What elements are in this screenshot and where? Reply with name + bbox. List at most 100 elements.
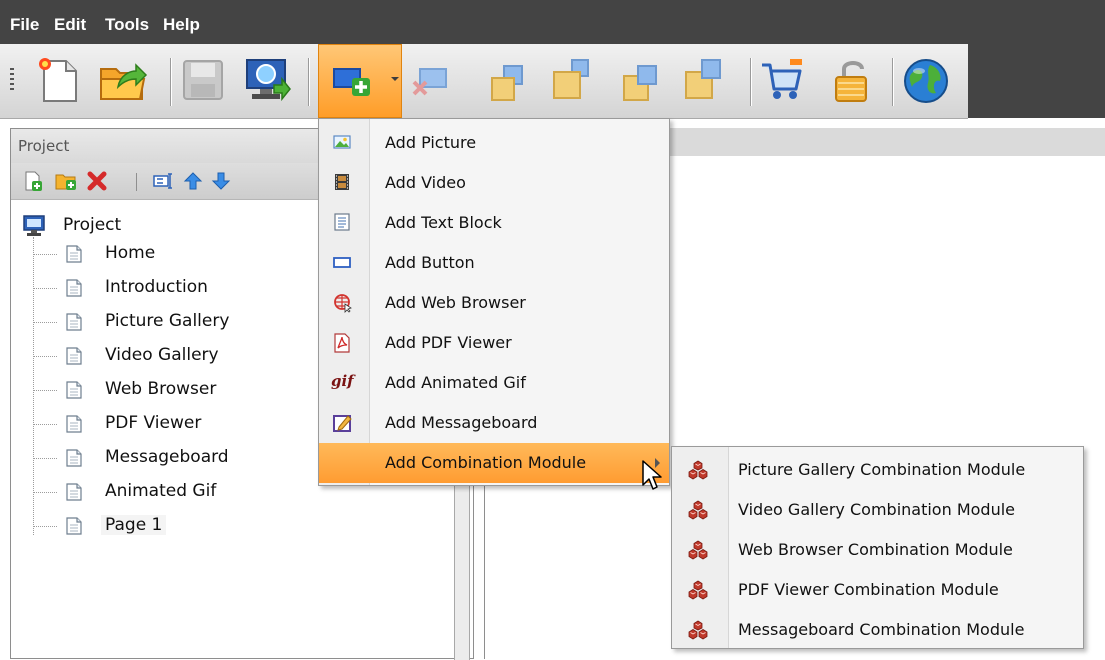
combination-module-icon <box>688 620 708 644</box>
page-document-icon <box>66 347 82 365</box>
tree-item-label: Messageboard <box>105 447 229 467</box>
add-page-button[interactable] <box>23 171 43 191</box>
tree-item-label: Animated Gif <box>105 481 217 501</box>
send-to-back-icon <box>685 59 721 99</box>
menu-item-add-pdf-viewer[interactable]: Add PDF Viewer <box>319 323 669 363</box>
shopping-cart-icon <box>762 59 802 99</box>
rename-page-button[interactable] <box>153 171 173 191</box>
submenu-item-label: Video Gallery Combination Module <box>738 500 1015 519</box>
menu-bar: File Edit Tools Help <box>0 0 1105 44</box>
menu-item-label: Add Animated Gif <box>385 373 526 392</box>
combination-module-submenu: Picture Gallery Combination Module Video … <box>671 446 1084 649</box>
menu-item-label: Add Combination Module <box>385 453 587 472</box>
menu-help[interactable]: Help <box>163 15 200 35</box>
remove-element-button[interactable] <box>410 66 450 98</box>
menu-item-add-button[interactable]: Add Button <box>319 243 669 283</box>
send-backward-icon <box>623 65 657 101</box>
chevron-down-icon <box>391 77 399 81</box>
save-disk-icon <box>183 60 223 100</box>
shopping-cart-button[interactable] <box>760 57 806 103</box>
tree-connector <box>33 254 57 255</box>
menu-item-label: Add Button <box>385 253 475 272</box>
rename-icon <box>153 173 172 189</box>
page-document-icon <box>66 245 82 263</box>
submenu-item-messageboard-combination-module[interactable]: Messageboard Combination Module <box>672 609 1083 649</box>
delete-page-button[interactable] <box>87 171 107 191</box>
open-folder-icon <box>100 63 148 100</box>
add-element-button[interactable] <box>332 66 372 96</box>
tree-item-label: Video Gallery <box>105 345 219 365</box>
submenu-item-label: Picture Gallery Combination Module <box>738 460 1026 479</box>
add-element-menu: Add Picture Add Video Add Text Block Add Bu… <box>318 118 670 486</box>
toolbar-separator <box>750 58 751 106</box>
menu-item-add-video[interactable]: Add Video <box>319 163 669 203</box>
toolbar-separator <box>308 58 309 106</box>
submenu-item-web-browser-combination-module[interactable]: Web Browser Combination Module <box>672 529 1083 569</box>
move-down-button[interactable] <box>211 171 231 191</box>
tree-root-label[interactable]: Project <box>63 215 121 235</box>
globe-icon <box>904 59 948 103</box>
open-project-button[interactable] <box>98 57 148 103</box>
move-up-button[interactable] <box>183 171 203 191</box>
film-icon <box>333 173 351 191</box>
add-folder-button[interactable] <box>55 171 76 191</box>
toolbar-separator <box>170 58 171 106</box>
combination-module-icon <box>688 500 708 524</box>
tree-item-label: Introduction <box>105 277 208 297</box>
submenu-item-label: PDF Viewer Combination Module <box>738 580 999 599</box>
tree-connector <box>33 322 57 323</box>
bring-forward-button[interactable] <box>488 62 528 102</box>
project-monitor-icon <box>23 215 45 236</box>
tree-connector <box>33 526 57 527</box>
menu-item-add-combination-module[interactable]: Add Combination Module <box>319 443 669 483</box>
send-to-back-button[interactable] <box>682 58 724 102</box>
bring-to-front-button[interactable] <box>550 58 592 102</box>
combination-module-icon <box>688 580 708 604</box>
new-page-icon <box>39 58 77 102</box>
tree-connector <box>33 288 57 289</box>
menu-item-add-picture[interactable]: Add Picture <box>319 123 669 163</box>
delete-icon <box>87 171 107 191</box>
add-page-icon <box>25 171 42 191</box>
menu-item-add-animated-gif[interactable]: gif Add Animated Gif <box>319 363 669 403</box>
preview-button[interactable] <box>244 57 291 103</box>
tree-item-label: Picture Gallery <box>105 311 230 331</box>
new-page-button[interactable] <box>36 57 82 103</box>
toolbar-empty-area <box>968 44 1105 118</box>
menu-file[interactable]: File <box>10 15 39 35</box>
menu-item-label: Add Messageboard <box>385 413 538 432</box>
tree-connector <box>33 356 57 357</box>
page-document-icon <box>66 313 82 331</box>
tree-item-label: Web Browser <box>105 379 217 399</box>
menu-item-add-web-browser[interactable]: Add Web Browser <box>319 283 669 323</box>
tree-connector <box>33 390 57 391</box>
tree-connector <box>33 424 57 425</box>
tree-connector <box>33 458 57 459</box>
submenu-item-picture-gallery-combination-module[interactable]: Picture Gallery Combination Module <box>672 449 1083 489</box>
messageboard-icon <box>333 413 352 432</box>
menu-item-label: Add Text Block <box>385 213 502 232</box>
toolbar-grip[interactable] <box>10 68 14 92</box>
send-backward-button[interactable] <box>620 62 660 102</box>
page-document-icon <box>66 517 82 535</box>
padlock-open-icon <box>835 61 867 102</box>
publish-web-button[interactable] <box>902 57 948 103</box>
menu-item-add-messageboard[interactable]: Add Messageboard <box>319 403 669 443</box>
combination-module-icon <box>688 460 708 484</box>
save-button[interactable] <box>180 57 226 103</box>
text-block-icon <box>333 213 351 231</box>
picture-icon <box>333 133 351 151</box>
menu-item-add-text-block[interactable]: Add Text Block <box>319 203 669 243</box>
web-browser-icon <box>333 293 352 313</box>
submenu-item-pdf-viewer-combination-module[interactable]: PDF Viewer Combination Module <box>672 569 1083 609</box>
unlock-button[interactable] <box>830 57 876 103</box>
menu-tools[interactable]: Tools <box>105 15 149 35</box>
submenu-item-video-gallery-combination-module[interactable]: Video Gallery Combination Module <box>672 489 1083 529</box>
tree-item-page[interactable]: Page 1 <box>33 509 453 543</box>
pdf-icon <box>333 333 351 353</box>
page-document-icon <box>66 381 82 399</box>
bring-forward-icon <box>491 65 523 101</box>
menu-edit[interactable]: Edit <box>54 15 86 35</box>
tree-item-label: Page 1 <box>101 515 167 535</box>
menu-item-label: Add Video <box>385 173 466 192</box>
